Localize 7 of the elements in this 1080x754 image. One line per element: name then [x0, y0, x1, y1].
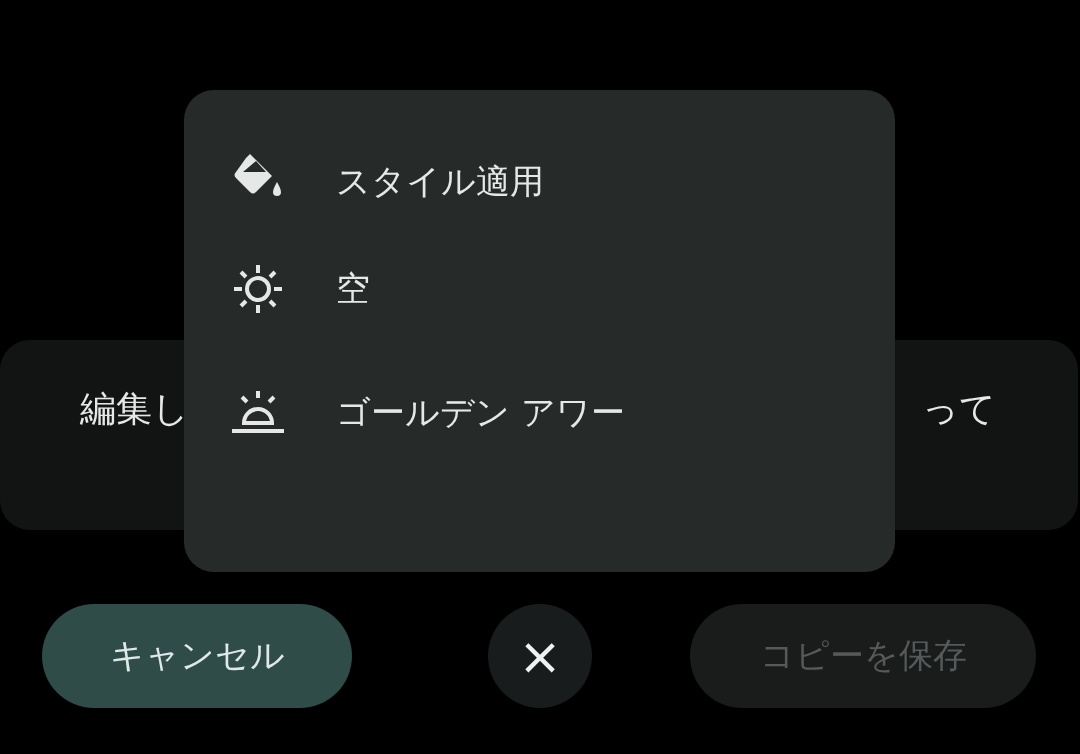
message-text: って: [922, 387, 996, 431]
menu-item[interactable]: ゴールデン アワー: [336, 390, 625, 436]
message-text: 編集し: [80, 387, 189, 431]
close-button[interactable]: ×: [488, 604, 592, 708]
menu-item[interactable]: スタイル適用: [336, 159, 544, 205]
menu-item[interactable]: 空: [336, 266, 370, 312]
cancel-button[interactable]: キャンセル: [42, 604, 352, 708]
